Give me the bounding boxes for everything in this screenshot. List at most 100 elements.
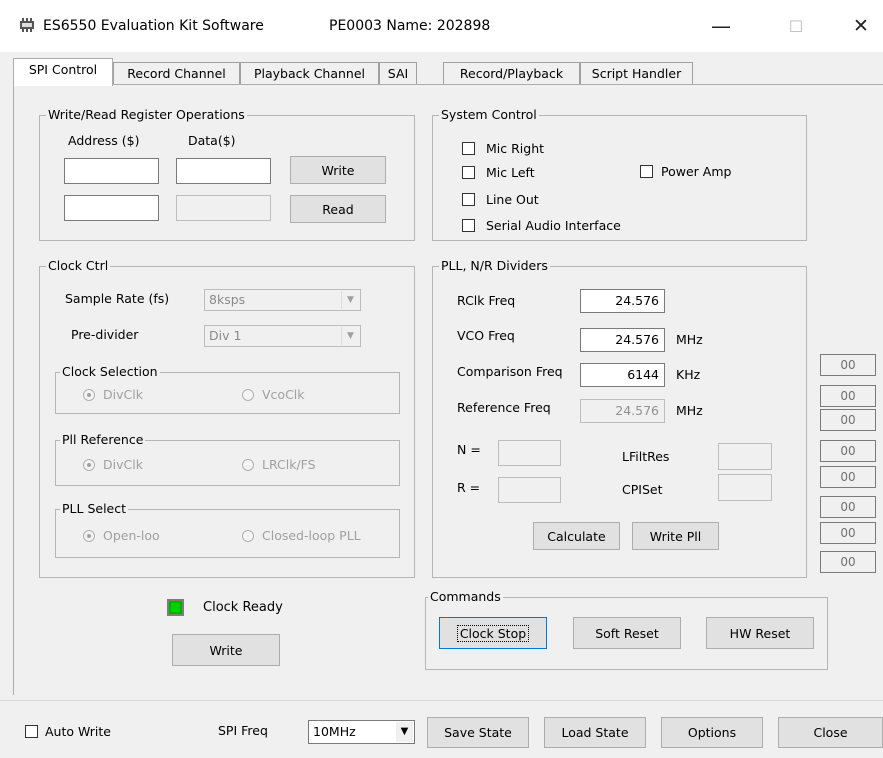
maximize-button[interactable]: ☐ (773, 10, 819, 42)
clock-sel-divclk-label: DivClk (103, 387, 143, 402)
write-read-group-title: Write/Read Register Operations (46, 107, 247, 123)
commands-title: Commands (428, 589, 503, 605)
tab-playback-channel[interactable]: Playback Channel (240, 62, 379, 84)
options-button[interactable]: Options (661, 717, 763, 748)
side-value-box: 00 (820, 522, 876, 544)
tab-spi-control[interactable]: SPI Control (13, 58, 113, 86)
footer-divider (0, 700, 883, 701)
lfiltres-label: LFiltRes (622, 449, 670, 464)
clock-stop-label: Clock Stop (456, 624, 530, 642)
predivider-select: Div 1 ▼ (204, 325, 361, 347)
vco-freq-label: VCO Freq (457, 328, 515, 343)
chevron-down-icon: ▼ (341, 291, 359, 309)
tab-sai[interactable]: SAI (379, 62, 417, 84)
comparison-freq-label: Comparison Freq (457, 364, 563, 379)
sample-rate-label: Sample Rate (fs) (65, 291, 170, 306)
side-value-box: 00 (820, 551, 876, 573)
serial-audio-label: Serial Audio Interface (486, 218, 621, 233)
rclk-freq-label: RClk Freq (457, 293, 516, 308)
pll-sel-closedloop-radio (242, 530, 254, 542)
side-value-box: 00 (820, 440, 876, 462)
soft-reset-button[interactable]: Soft Reset (573, 617, 681, 649)
r-field (498, 477, 561, 503)
close-window-button[interactable]: ✕ (838, 10, 883, 42)
sample-rate-value: 8ksps (209, 292, 246, 307)
reference-unit-label: MHz (676, 403, 703, 418)
pll-sel-openloop-radio (83, 530, 95, 542)
title-bar: ES6550 Evaluation Kit Software PE0003 Na… (0, 0, 883, 52)
read-register-button[interactable]: Read (290, 195, 386, 223)
sample-rate-select: 8ksps ▼ (204, 289, 361, 311)
rclk-freq-field[interactable]: 24.576 (580, 289, 665, 313)
pll-sel-closedloop-label: Closed-loop PLL (262, 528, 361, 543)
reference-freq-label: Reference Freq (457, 400, 551, 415)
data-field-1[interactable] (176, 158, 271, 184)
address-field-2[interactable] (64, 195, 159, 221)
clock-sel-divclk-radio (83, 389, 95, 401)
predivider-label: Pre-divider (71, 327, 139, 342)
chevron-down-icon: ▼ (341, 327, 359, 345)
clock-selection-title: Clock Selection (60, 364, 160, 380)
spi-freq-value: 10MHz (313, 724, 356, 739)
window-title: ES6550 Evaluation Kit Software (43, 18, 264, 34)
tab-script-handler[interactable]: Script Handler (580, 62, 693, 84)
pll-reference-title: Pll Reference (60, 432, 146, 448)
pll-ref-divclk-radio (83, 459, 95, 471)
serial-audio-checkbox[interactable] (462, 219, 475, 232)
pll-dividers-title: PLL, N/R Dividers (439, 258, 550, 274)
load-state-button[interactable]: Load State (544, 717, 646, 748)
comparison-freq-field[interactable]: 6144 (580, 363, 665, 387)
app-chip-icon (20, 18, 34, 32)
data-field-2 (176, 195, 271, 221)
minimize-button[interactable]: — (698, 10, 744, 42)
system-control-title: System Control (439, 107, 539, 123)
pll-sel-openloop-label: Open-loop (103, 528, 159, 543)
calculate-button[interactable]: Calculate (533, 522, 620, 550)
spi-freq-select[interactable]: 10MHz ▼ (308, 720, 415, 744)
side-value-box: 00 (820, 409, 876, 431)
power-amp-checkbox[interactable] (640, 165, 653, 178)
address-field-1[interactable] (64, 158, 159, 184)
clock-ctrl-title: Clock Ctrl (46, 258, 111, 274)
write-register-button[interactable]: Write (290, 156, 386, 184)
lfiltres-field (718, 443, 772, 470)
mic-left-checkbox[interactable] (462, 166, 475, 179)
mic-right-label: Mic Right (486, 141, 545, 156)
mic-right-checkbox[interactable] (462, 142, 475, 155)
side-value-box: 00 (820, 385, 876, 407)
tab-record-channel[interactable]: Record Channel (113, 62, 240, 84)
vco-unit-label: MHz (676, 332, 703, 347)
power-amp-label: Power Amp (661, 164, 732, 179)
line-out-label: Line Out (486, 192, 539, 207)
spi-freq-label: SPI Freq (218, 723, 268, 738)
n-label: N = (457, 442, 481, 457)
line-out-checkbox[interactable] (462, 193, 475, 206)
clock-ready-label: Clock Ready (203, 600, 283, 615)
pll-ref-lrclk-radio (242, 459, 254, 471)
side-value-box: 00 (820, 496, 876, 518)
clock-sel-vcoclk-radio (242, 389, 254, 401)
save-state-button[interactable]: Save State (427, 717, 529, 748)
cpiset-field (718, 474, 772, 501)
chevron-down-icon[interactable]: ▼ (396, 722, 413, 742)
cpiset-label: CPISet (622, 482, 663, 497)
side-value-box: 00 (820, 354, 876, 376)
hw-reset-button[interactable]: HW Reset (706, 617, 814, 649)
vco-freq-field[interactable]: 24.576 (580, 328, 665, 352)
address-label: Address ($) (68, 133, 140, 148)
predivider-value: Div 1 (209, 328, 242, 343)
clock-write-button[interactable]: Write (172, 634, 280, 666)
tab-record-playback[interactable]: Record/Playback (443, 62, 580, 84)
mic-left-label: Mic Left (486, 165, 535, 180)
r-label: R = (457, 480, 481, 495)
pll-select-title: PLL Select (60, 501, 129, 517)
auto-write-checkbox[interactable] (25, 725, 38, 738)
close-button[interactable]: Close (778, 717, 883, 748)
comparison-unit-label: KHz (676, 367, 701, 382)
write-pll-button[interactable]: Write Pll (632, 522, 719, 550)
clock-ready-led-icon (167, 599, 184, 616)
window-subtitle: PE0003 Name: 202898 (329, 18, 491, 34)
n-field (498, 440, 561, 466)
clock-stop-button[interactable]: Clock Stop (439, 617, 547, 649)
reference-freq-field: 24.576 (580, 399, 665, 423)
